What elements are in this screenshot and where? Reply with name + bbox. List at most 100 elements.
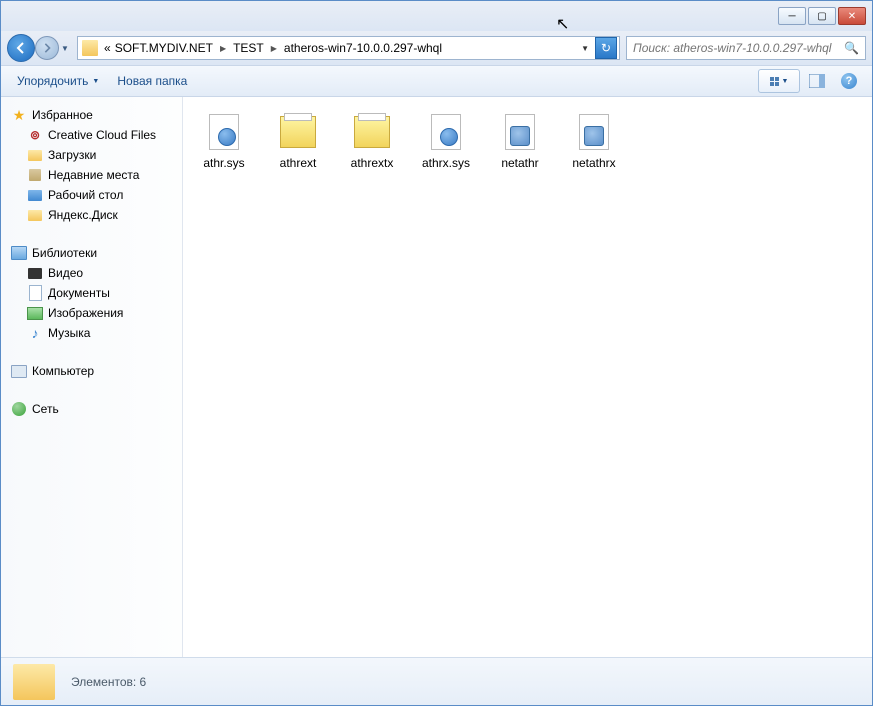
chevron-down-icon: ▼ xyxy=(92,78,99,85)
file-item[interactable]: athrextx xyxy=(335,107,409,175)
computer-label: Компьютер xyxy=(32,364,94,378)
sidebar-group-favorites: ★ Избранное ⊚ Creative Cloud Files Загру… xyxy=(1,105,182,225)
window-controls: ─ ▢ ✕ xyxy=(778,7,866,25)
preview-pane-button[interactable] xyxy=(802,69,832,93)
chevron-right-icon[interactable]: ▶ xyxy=(215,44,231,53)
file-item[interactable]: athrext xyxy=(261,107,335,175)
sidebar-header-libraries[interactable]: Библиотеки xyxy=(1,243,182,263)
refresh-button[interactable]: ↻ xyxy=(595,37,617,59)
file-label: netathr xyxy=(486,156,554,170)
sidebar-item-music[interactable]: ♪ Музыка xyxy=(1,323,182,343)
sidebar-item-computer[interactable]: Компьютер xyxy=(1,361,182,381)
help-button[interactable]: ? xyxy=(834,69,864,93)
file-label: netathrx xyxy=(560,156,628,170)
search-icon[interactable]: 🔍 xyxy=(844,41,859,55)
search-input[interactable] xyxy=(633,41,844,55)
help-icon: ? xyxy=(841,73,857,89)
breadcrumbs: « SOFT.MYDIV.NET ▶ TEST ▶ atheros-win7-1… xyxy=(102,39,575,57)
address-dropdown[interactable]: ▼ xyxy=(575,44,595,53)
breadcrumb-item[interactable]: TEST xyxy=(231,39,266,57)
libraries-label: Библиотеки xyxy=(32,246,97,260)
breadcrumb-prefix[interactable]: « xyxy=(102,39,113,57)
breadcrumb-item[interactable]: SOFT.MYDIV.NET xyxy=(113,39,215,57)
favorites-label: Избранное xyxy=(32,108,93,122)
music-icon: ♪ xyxy=(27,325,43,341)
inf-file-icon xyxy=(574,112,614,152)
cat-file-icon xyxy=(278,112,318,152)
refresh-icon: ↻ xyxy=(601,41,611,55)
folder-icon xyxy=(27,207,43,223)
preview-pane-icon xyxy=(809,74,825,88)
sidebar-item-label: Документы xyxy=(48,286,110,300)
new-folder-button[interactable]: Новая папка xyxy=(109,70,195,92)
file-item[interactable]: athrx.sys xyxy=(409,107,483,175)
sidebar-item-documents[interactable]: Документы xyxy=(1,283,182,303)
sidebar-item-creative-cloud[interactable]: ⊚ Creative Cloud Files xyxy=(1,125,182,145)
forward-button[interactable] xyxy=(35,36,59,60)
sidebar-item-recent[interactable]: Недавние места xyxy=(1,165,182,185)
navbar: ▼ « SOFT.MYDIV.NET ▶ TEST ▶ atheros-win7… xyxy=(1,31,872,65)
sidebar-item-label: Музыка xyxy=(48,326,90,340)
nav-history-dropdown[interactable]: ▼ xyxy=(59,39,71,57)
video-icon xyxy=(27,265,43,281)
address-bar[interactable]: « SOFT.MYDIV.NET ▶ TEST ▶ atheros-win7-1… xyxy=(77,36,620,60)
titlebar: ↖ ─ ▢ ✕ xyxy=(1,1,872,31)
file-item[interactable]: athr.sys xyxy=(187,107,261,175)
sys-file-icon xyxy=(426,112,466,152)
organize-label: Упорядочить xyxy=(17,74,88,88)
folder-icon xyxy=(27,147,43,163)
creative-cloud-icon: ⊚ xyxy=(27,127,43,143)
sidebar-item-label: Загрузки xyxy=(48,148,96,162)
star-icon: ★ xyxy=(11,107,27,123)
sidebar-item-network[interactable]: Сеть xyxy=(1,399,182,419)
file-label: athrextx xyxy=(338,156,406,170)
file-item[interactable]: netathrx xyxy=(557,107,631,175)
new-folder-label: Новая папка xyxy=(117,74,187,88)
arrow-left-icon xyxy=(15,42,27,54)
sidebar-item-label: Недавние места xyxy=(48,168,139,182)
file-item[interactable]: netathr xyxy=(483,107,557,175)
sidebar-group-libraries: Библиотеки Видео Документы Изображения ♪… xyxy=(1,243,182,343)
sidebar-item-label: Видео xyxy=(48,266,83,280)
sidebar-group-computer: Компьютер xyxy=(1,361,182,381)
sidebar-item-label: Яндекс.Диск xyxy=(48,208,118,222)
sidebar-item-images[interactable]: Изображения xyxy=(1,303,182,323)
maximize-button[interactable]: ▢ xyxy=(808,7,836,25)
sidebar-item-yandex-disk[interactable]: Яндекс.Диск xyxy=(1,205,182,225)
file-label: athr.sys xyxy=(190,156,258,170)
image-icon xyxy=(27,305,43,321)
back-button[interactable] xyxy=(7,34,35,62)
desktop-icon xyxy=(27,187,43,203)
search-box[interactable]: 🔍 xyxy=(626,36,866,60)
sidebar-group-network: Сеть xyxy=(1,399,182,419)
organize-button[interactable]: Упорядочить ▼ xyxy=(9,70,107,92)
sidebar-item-label: Изображения xyxy=(48,306,123,320)
sidebar-item-video[interactable]: Видео xyxy=(1,263,182,283)
grid-icon xyxy=(770,77,779,86)
network-label: Сеть xyxy=(32,402,59,416)
content-pane[interactable]: athr.sys athrext athrextxathrx.sysnetathr n… xyxy=(183,97,872,657)
sidebar-item-desktop[interactable]: Рабочий стол xyxy=(1,185,182,205)
cat-file-icon xyxy=(352,112,392,152)
close-button[interactable]: ✕ xyxy=(838,7,866,25)
computer-icon xyxy=(11,363,27,379)
chevron-down-icon: ▼ xyxy=(782,78,789,85)
inf-file-icon xyxy=(500,112,540,152)
nav-buttons: ▼ xyxy=(7,34,71,62)
sys-file-icon xyxy=(204,112,244,152)
sidebar-item-downloads[interactable]: Загрузки xyxy=(1,145,182,165)
folder-icon xyxy=(82,40,98,56)
chevron-right-icon[interactable]: ▶ xyxy=(266,44,282,53)
file-label: athrext xyxy=(264,156,332,170)
details-pane: Элементов: 6 xyxy=(1,657,872,705)
library-icon xyxy=(11,245,27,261)
toolbar: Упорядочить ▼ Новая папка ▼ ? xyxy=(1,65,872,97)
breadcrumb-item[interactable]: atheros-win7-10.0.0.297-whql xyxy=(282,39,444,57)
sidebar-header-favorites[interactable]: ★ Избранное xyxy=(1,105,182,125)
minimize-button[interactable]: ─ xyxy=(778,7,806,25)
recent-icon xyxy=(27,167,43,183)
view-mode-button[interactable]: ▼ xyxy=(758,69,800,93)
sidebar-item-label: Рабочий стол xyxy=(48,188,123,202)
sidebar: ★ Избранное ⊚ Creative Cloud Files Загру… xyxy=(1,97,183,657)
arrow-right-icon xyxy=(42,43,52,53)
